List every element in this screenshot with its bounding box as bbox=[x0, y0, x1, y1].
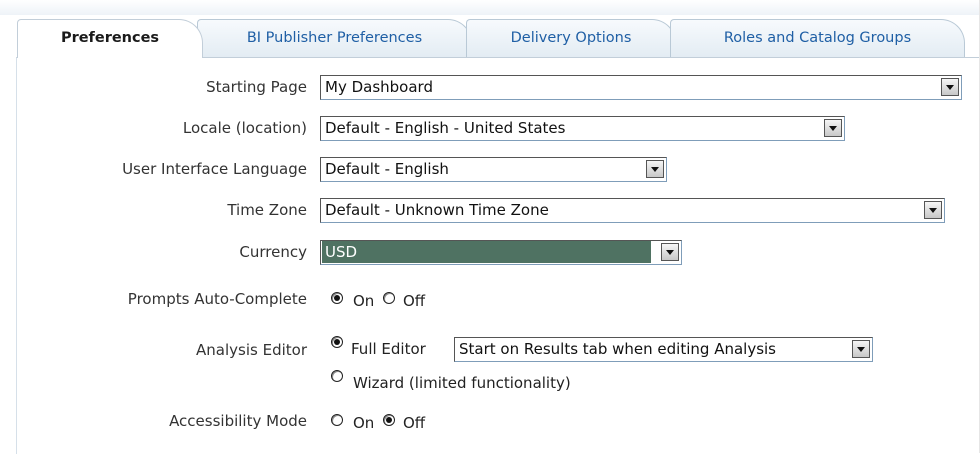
accessibility-off-label: Off bbox=[403, 414, 426, 432]
chevron-down-icon[interactable] bbox=[941, 78, 959, 96]
top-band bbox=[0, 0, 980, 15]
tab-bi-publisher-preferences[interactable]: BI Publisher Preferences bbox=[197, 19, 472, 57]
prompts-on-label: On bbox=[353, 292, 375, 310]
ui-language-label: User Interface Language bbox=[122, 160, 307, 178]
accessibility-mode-label: Accessibility Mode bbox=[169, 412, 307, 430]
locale-select[interactable]: Default - English - United States bbox=[320, 116, 845, 141]
analysis-editor-label: Analysis Editor bbox=[196, 341, 307, 359]
prompts-auto-complete-label: Prompts Auto-Complete bbox=[127, 290, 307, 308]
tab-strip: Preferences BI Publisher Preferences Del… bbox=[0, 15, 980, 58]
chevron-down-icon[interactable] bbox=[661, 243, 679, 261]
currency-value: USD bbox=[322, 241, 651, 263]
ui-language-value: Default - English bbox=[325, 160, 449, 178]
starting-page-select[interactable]: My Dashboard bbox=[320, 75, 962, 100]
full-editor-label: Full Editor bbox=[351, 340, 426, 358]
chevron-down-icon[interactable] bbox=[924, 201, 942, 219]
accessibility-on-radio[interactable] bbox=[331, 414, 343, 426]
prompts-on-radio[interactable] bbox=[331, 292, 343, 304]
accessibility-on-label: On bbox=[353, 414, 375, 432]
prompts-off-label: Off bbox=[403, 292, 426, 310]
tab-roles-and-catalog-groups[interactable]: Roles and Catalog Groups bbox=[670, 19, 965, 57]
locale-label: Locale (location) bbox=[182, 119, 307, 137]
full-editor-mode-select[interactable]: Start on Results tab when editing Analys… bbox=[454, 337, 873, 362]
wizard-label: Wizard (limited functionality) bbox=[353, 374, 571, 392]
full-editor-radio[interactable] bbox=[331, 336, 343, 348]
starting-page-value: My Dashboard bbox=[325, 78, 433, 96]
prompts-off-radio[interactable] bbox=[383, 292, 395, 304]
wizard-radio[interactable] bbox=[331, 370, 343, 382]
full-editor-mode-value: Start on Results tab when editing Analys… bbox=[459, 340, 776, 358]
currency-label: Currency bbox=[239, 243, 307, 261]
chevron-down-icon[interactable] bbox=[824, 119, 842, 137]
time-zone-label: Time Zone bbox=[227, 201, 307, 219]
locale-value: Default - English - United States bbox=[325, 119, 566, 137]
chevron-down-icon[interactable] bbox=[852, 340, 870, 358]
ui-language-select[interactable]: Default - English bbox=[320, 157, 667, 182]
accessibility-off-radio[interactable] bbox=[383, 414, 395, 426]
currency-select[interactable]: USD bbox=[320, 240, 682, 265]
tab-delivery-options[interactable]: Delivery Options bbox=[466, 19, 676, 57]
starting-page-label: Starting Page bbox=[206, 78, 307, 96]
time-zone-select[interactable]: Default - Unknown Time Zone bbox=[320, 198, 945, 223]
chevron-down-icon[interactable] bbox=[646, 160, 664, 178]
tab-preferences[interactable]: Preferences bbox=[17, 19, 203, 58]
time-zone-value: Default - Unknown Time Zone bbox=[325, 201, 549, 219]
